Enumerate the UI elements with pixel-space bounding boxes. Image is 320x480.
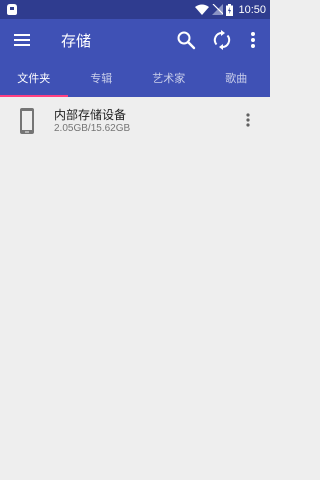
tab-artists[interactable]: 艺术家 [135, 62, 203, 97]
search-icon[interactable] [175, 29, 197, 51]
clock-time: 10:50 [238, 3, 266, 16]
notification-icon [7, 4, 17, 15]
more-vert-icon[interactable] [242, 112, 254, 128]
tab-label: 专辑 [90, 73, 113, 85]
storage-size: 2.05GB/15.62GB [54, 123, 131, 134]
more-vert-icon[interactable] [245, 29, 261, 51]
sync-icon[interactable] [211, 29, 233, 51]
wifi-icon [195, 4, 210, 15]
status-icons: 10:50 [195, 0, 266, 19]
tab-songs[interactable]: 歌曲 [203, 62, 271, 97]
screen: 10:50 存储 文件夹 专辑 艺术家 歌曲 内部存储设备 2.05GB/15.… [0, 0, 270, 480]
tab-label: 歌曲 [225, 73, 248, 85]
tab-albums[interactable]: 专辑 [68, 62, 136, 97]
tab-bar: 文件夹 专辑 艺术家 歌曲 [0, 62, 270, 97]
tab-label: 文件夹 [17, 73, 51, 85]
storage-list: 内部存储设备 2.05GB/15.62GB [0, 97, 270, 480]
signal-icon [212, 4, 224, 15]
menu-icon[interactable] [12, 30, 32, 50]
page-title: 存储 [61, 33, 92, 50]
storage-name: 内部存储设备 [54, 108, 127, 122]
tab-folders[interactable]: 文件夹 [0, 62, 68, 97]
phone-icon [20, 108, 34, 134]
status-bar: 10:50 [0, 0, 270, 19]
app-toolbar: 存储 [0, 19, 270, 62]
list-item-internal-storage[interactable]: 内部存储设备 2.05GB/15.62GB [0, 97, 270, 145]
battery-icon [226, 3, 234, 16]
tab-label: 艺术家 [152, 73, 186, 85]
